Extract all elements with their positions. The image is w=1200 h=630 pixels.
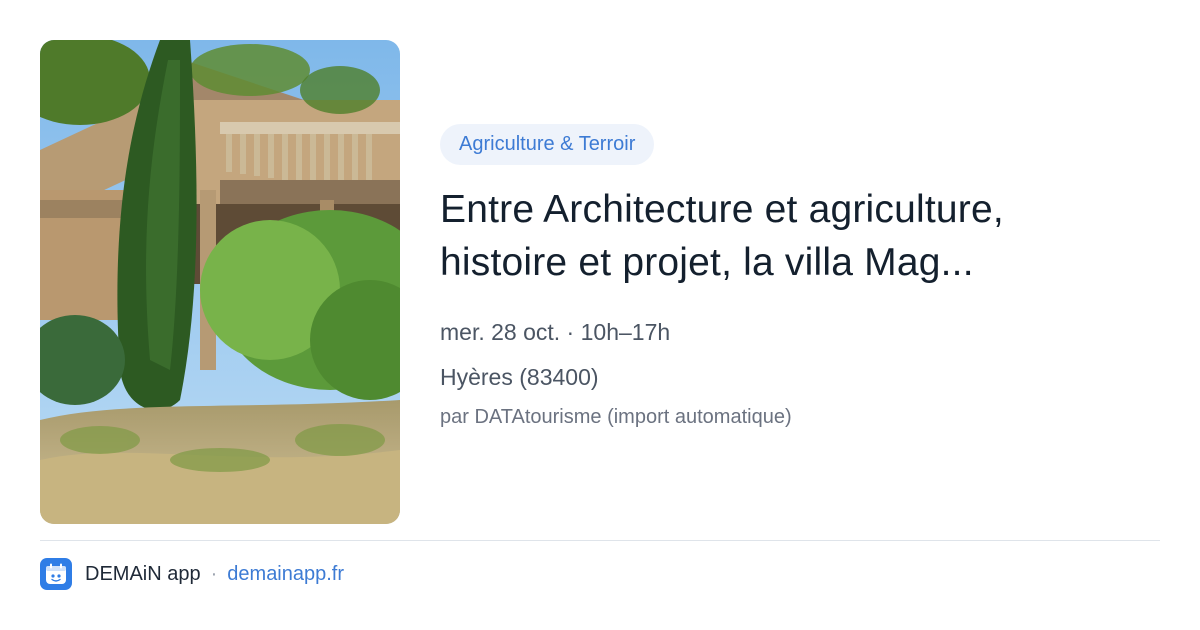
event-info: Agriculture & Terroir Entre Architecture…: [440, 124, 1160, 430]
event-date-time: mer. 28 oct. · 10h–17h: [440, 319, 671, 345]
footer: DEMAiN app · demainapp.fr: [40, 558, 344, 590]
event-title[interactable]: Entre Architecture et agriculture, histo…: [440, 183, 1140, 289]
event-preview-card[interactable]: Agriculture & Terroir Entre Architecture…: [0, 0, 1200, 630]
event-photo[interactable]: [40, 40, 400, 524]
category-tag[interactable]: Agriculture & Terroir: [440, 124, 655, 165]
villa-photo-image: [40, 40, 400, 524]
app-logo-icon: [40, 558, 72, 590]
app-domain-link[interactable]: demainapp.fr: [227, 563, 344, 586]
event-location: Hyères (83400): [440, 364, 599, 390]
footer-separator: ·: [210, 562, 218, 585]
app-name: DEMAiN app: [85, 562, 201, 585]
event-source: par DATAtourisme (import automatique): [440, 406, 792, 428]
footer-divider: [40, 540, 1160, 541]
